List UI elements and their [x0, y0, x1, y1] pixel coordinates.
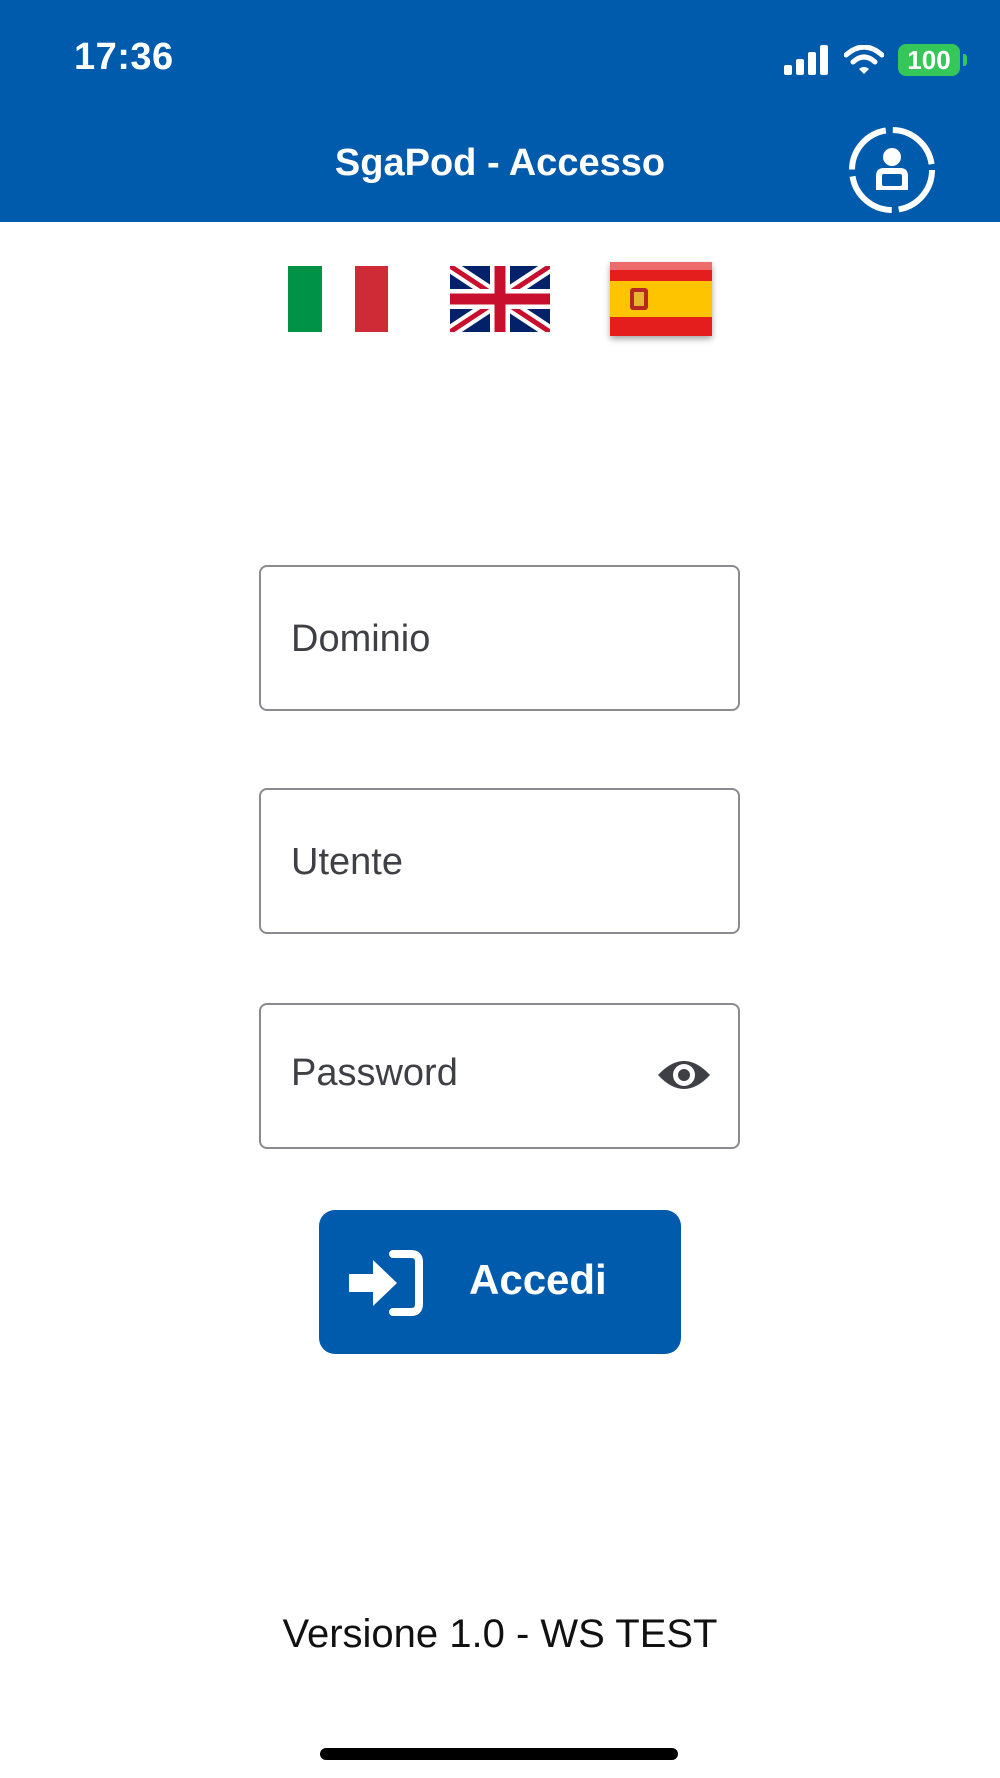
- eye-icon[interactable]: [656, 1055, 712, 1095]
- password-input[interactable]: [289, 1001, 673, 1145]
- italian-flag-icon[interactable]: [288, 266, 388, 332]
- uk-flag-icon[interactable]: [450, 266, 550, 332]
- user-profile-icon[interactable]: [846, 124, 938, 216]
- domain-field[interactable]: [259, 565, 740, 711]
- sign-in-icon: [349, 1250, 423, 1316]
- battery-icon: 100: [898, 44, 967, 76]
- status-icons: 100: [784, 40, 967, 80]
- battery-tip: [963, 54, 967, 66]
- user-field[interactable]: [259, 788, 740, 934]
- home-indicator[interactable]: [320, 1748, 678, 1760]
- cellular-signal-icon: [784, 45, 828, 75]
- domain-input[interactable]: [289, 567, 673, 711]
- wifi-icon: [844, 45, 884, 74]
- language-selector: [0, 262, 1000, 342]
- battery-level: 100: [907, 45, 951, 75]
- password-field[interactable]: [259, 1001, 740, 1149]
- login-label: Accedi: [469, 1256, 607, 1303]
- login-screen: 17:36 100 SgaPod - Accesso Dominio Utent…: [0, 0, 1000, 1778]
- user-input[interactable]: [289, 790, 673, 934]
- login-button[interactable]: Accedi: [319, 1210, 681, 1354]
- version-label: Versione 1.0 - WS TEST: [282, 1612, 718, 1656]
- status-time: 17:36: [74, 36, 174, 78]
- app-header: 17:36 100 SgaPod - Accesso: [0, 0, 1000, 222]
- spanish-flag-icon[interactable]: [610, 262, 712, 336]
